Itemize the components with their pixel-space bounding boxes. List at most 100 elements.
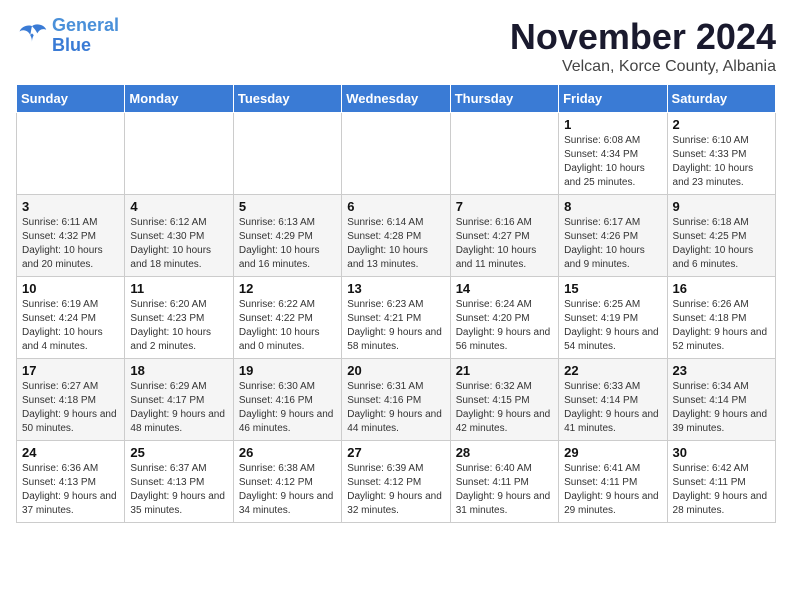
calendar-day-cell: 22 Sunrise: 6:33 AM Sunset: 4:14 PM Dayli… (559, 359, 667, 441)
day-number: 8 (564, 199, 661, 214)
day-number: 20 (347, 363, 444, 378)
day-number: 24 (22, 445, 119, 460)
day-info: Sunrise: 6:32 AM Sunset: 4:15 PM Dayligh… (456, 380, 553, 436)
calendar-day-cell (17, 113, 125, 195)
weekday-header-cell: Tuesday (233, 85, 341, 113)
calendar-week-row: 24 Sunrise: 6:36 AM Sunset: 4:13 PM Dayli… (17, 441, 776, 523)
location-title: Velcan, Korce County, Albania (510, 58, 776, 76)
calendar-day-cell (233, 113, 341, 195)
day-info: Sunrise: 6:19 AM Sunset: 4:24 PM Dayligh… (22, 298, 119, 354)
day-number: 15 (564, 281, 661, 296)
day-number: 22 (564, 363, 661, 378)
calendar-day-cell: 15 Sunrise: 6:25 AM Sunset: 4:19 PM Dayli… (559, 277, 667, 359)
day-info: Sunrise: 6:17 AM Sunset: 4:26 PM Dayligh… (564, 216, 661, 272)
day-number: 5 (239, 199, 336, 214)
day-number: 17 (22, 363, 119, 378)
calendar-week-row: 1 Sunrise: 6:08 AM Sunset: 4:34 PM Daylig… (17, 113, 776, 195)
day-number: 30 (673, 445, 770, 460)
day-number: 7 (456, 199, 553, 214)
day-number: 3 (22, 199, 119, 214)
day-info: Sunrise: 6:36 AM Sunset: 4:13 PM Dayligh… (22, 462, 119, 518)
day-info: Sunrise: 6:30 AM Sunset: 4:16 PM Dayligh… (239, 380, 336, 436)
calendar-day-cell: 20 Sunrise: 6:31 AM Sunset: 4:16 PM Dayli… (342, 359, 450, 441)
day-number: 19 (239, 363, 336, 378)
day-info: Sunrise: 6:31 AM Sunset: 4:16 PM Dayligh… (347, 380, 444, 436)
calendar-day-cell: 30 Sunrise: 6:42 AM Sunset: 4:11 PM Dayli… (667, 441, 775, 523)
day-info: Sunrise: 6:24 AM Sunset: 4:20 PM Dayligh… (456, 298, 553, 354)
day-number: 11 (130, 281, 227, 296)
day-number: 28 (456, 445, 553, 460)
day-number: 1 (564, 117, 661, 132)
weekday-header-cell: Thursday (450, 85, 558, 113)
calendar-week-row: 10 Sunrise: 6:19 AM Sunset: 4:24 PM Dayli… (17, 277, 776, 359)
day-number: 10 (22, 281, 119, 296)
day-number: 21 (456, 363, 553, 378)
calendar-day-cell: 12 Sunrise: 6:22 AM Sunset: 4:22 PM Dayli… (233, 277, 341, 359)
calendar-day-cell: 13 Sunrise: 6:23 AM Sunset: 4:21 PM Dayli… (342, 277, 450, 359)
day-number: 6 (347, 199, 444, 214)
weekday-header-cell: Friday (559, 85, 667, 113)
calendar-day-cell (450, 113, 558, 195)
logo-text: General Blue (52, 16, 119, 56)
calendar-day-cell: 11Sunrise: 6:20 AM Sunset: 4:23 PM Dayli… (125, 277, 233, 359)
day-number: 14 (456, 281, 553, 296)
day-info: Sunrise: 6:23 AM Sunset: 4:21 PM Dayligh… (347, 298, 444, 354)
calendar-week-row: 3 Sunrise: 6:11 AM Sunset: 4:32 PM Daylig… (17, 195, 776, 277)
day-number: 23 (673, 363, 770, 378)
weekday-header-cell: Monday (125, 85, 233, 113)
header: General Blue November 2024 Velcan, Korce… (16, 16, 776, 76)
day-info: Sunrise: 6:42 AM Sunset: 4:11 PM Dayligh… (673, 462, 770, 518)
calendar-day-cell: 28Sunrise: 6:40 AM Sunset: 4:11 PM Dayli… (450, 441, 558, 523)
day-info: Sunrise: 6:16 AM Sunset: 4:27 PM Dayligh… (456, 216, 553, 272)
day-info: Sunrise: 6:33 AM Sunset: 4:14 PM Dayligh… (564, 380, 661, 436)
title-area: November 2024 Velcan, Korce County, Alba… (510, 16, 776, 76)
calendar-day-cell: 5Sunrise: 6:13 AM Sunset: 4:29 PM Daylig… (233, 195, 341, 277)
month-title: November 2024 (510, 16, 776, 58)
calendar-day-cell: 25Sunrise: 6:37 AM Sunset: 4:13 PM Dayli… (125, 441, 233, 523)
calendar-day-cell: 7 Sunrise: 6:16 AM Sunset: 4:27 PM Daylig… (450, 195, 558, 277)
calendar-day-cell: 23 Sunrise: 6:34 AM Sunset: 4:14 PM Dayli… (667, 359, 775, 441)
calendar-day-cell: 10 Sunrise: 6:19 AM Sunset: 4:24 PM Dayli… (17, 277, 125, 359)
calendar-body: 1 Sunrise: 6:08 AM Sunset: 4:34 PM Daylig… (17, 113, 776, 523)
calendar-day-cell: 6Sunrise: 6:14 AM Sunset: 4:28 PM Daylig… (342, 195, 450, 277)
day-info: Sunrise: 6:18 AM Sunset: 4:25 PM Dayligh… (673, 216, 770, 272)
day-number: 29 (564, 445, 661, 460)
weekday-header-cell: Wednesday (342, 85, 450, 113)
day-info: Sunrise: 6:10 AM Sunset: 4:33 PM Dayligh… (673, 134, 770, 190)
calendar-day-cell: 21 Sunrise: 6:32 AM Sunset: 4:15 PM Dayli… (450, 359, 558, 441)
calendar-day-cell (342, 113, 450, 195)
day-number: 26 (239, 445, 336, 460)
calendar-day-cell: 2 Sunrise: 6:10 AM Sunset: 4:33 PM Daylig… (667, 113, 775, 195)
day-info: Sunrise: 6:25 AM Sunset: 4:19 PM Dayligh… (564, 298, 661, 354)
calendar-day-cell: 4 Sunrise: 6:12 AM Sunset: 4:30 PM Daylig… (125, 195, 233, 277)
logo-icon (16, 22, 48, 50)
calendar-day-cell: 24 Sunrise: 6:36 AM Sunset: 4:13 PM Dayli… (17, 441, 125, 523)
calendar-week-row: 17 Sunrise: 6:27 AM Sunset: 4:18 PM Dayli… (17, 359, 776, 441)
day-number: 9 (673, 199, 770, 214)
day-info: Sunrise: 6:37 AM Sunset: 4:13 PM Dayligh… (130, 462, 227, 518)
day-info: Sunrise: 6:34 AM Sunset: 4:14 PM Dayligh… (673, 380, 770, 436)
logo: General Blue (16, 16, 119, 56)
day-number: 13 (347, 281, 444, 296)
day-info: Sunrise: 6:11 AM Sunset: 4:32 PM Dayligh… (22, 216, 119, 272)
day-number: 12 (239, 281, 336, 296)
calendar-day-cell: 26 Sunrise: 6:38 AM Sunset: 4:12 PM Dayli… (233, 441, 341, 523)
calendar-day-cell: 19 Sunrise: 6:30 AM Sunset: 4:16 PM Dayli… (233, 359, 341, 441)
calendar: SundayMondayTuesdayWednesdayThursdayFrid… (16, 84, 776, 523)
day-info: Sunrise: 6:08 AM Sunset: 4:34 PM Dayligh… (564, 134, 661, 190)
day-number: 2 (673, 117, 770, 132)
day-number: 27 (347, 445, 444, 460)
day-info: Sunrise: 6:12 AM Sunset: 4:30 PM Dayligh… (130, 216, 227, 272)
calendar-day-cell: 29Sunrise: 6:41 AM Sunset: 4:11 PM Dayli… (559, 441, 667, 523)
day-info: Sunrise: 6:27 AM Sunset: 4:18 PM Dayligh… (22, 380, 119, 436)
day-number: 18 (130, 363, 227, 378)
day-info: Sunrise: 6:22 AM Sunset: 4:22 PM Dayligh… (239, 298, 336, 354)
day-info: Sunrise: 6:38 AM Sunset: 4:12 PM Dayligh… (239, 462, 336, 518)
day-number: 4 (130, 199, 227, 214)
day-info: Sunrise: 6:26 AM Sunset: 4:18 PM Dayligh… (673, 298, 770, 354)
calendar-day-cell (125, 113, 233, 195)
day-number: 16 (673, 281, 770, 296)
weekday-header: SundayMondayTuesdayWednesdayThursdayFrid… (17, 85, 776, 113)
calendar-day-cell: 1 Sunrise: 6:08 AM Sunset: 4:34 PM Daylig… (559, 113, 667, 195)
calendar-day-cell: 3 Sunrise: 6:11 AM Sunset: 4:32 PM Daylig… (17, 195, 125, 277)
